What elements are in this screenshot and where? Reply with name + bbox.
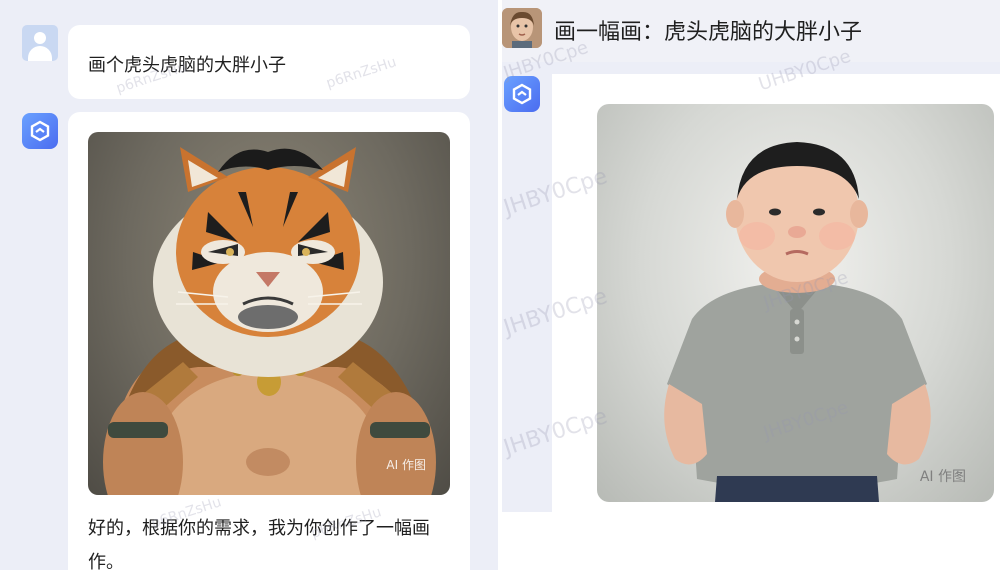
photo-avatar [502,8,542,48]
bot-message-bubble: AI 作图 好的，根据你的需求，我为你创作了一幅画作。 [68,112,470,570]
bot-image-card: AI 作图 [552,74,1000,514]
prompt-title: 画一幅画：虎头虎脑的大胖小子 [554,20,863,45]
user-message-text: 画个虎头虎脑的大胖小子 [88,55,286,76]
bot-logo-icon [504,76,540,112]
user-avatar-icon [22,25,58,61]
bot-reply-text: 好的，根据你的需求，我为你创作了一幅画作。 [88,518,430,570]
user-message-bubble: 画个虎头虎脑的大胖小子 [68,25,470,99]
ai-image-label: AI 作图 [386,458,426,472]
screenshot-root: 画个虎头虎脑的大胖小子 AI 作图 好的，根据你的需求，我为你创作了一幅画作。 … [0,0,1000,570]
bot-logo-icon [22,113,58,149]
generated-boy-image[interactable]: AI 作图 [597,104,994,502]
left-chat-panel: 画个虎头虎脑的大胖小子 AI 作图 好的，根据你的需求，我为你创作了一幅画作。 … [0,0,498,570]
generated-tiger-image[interactable]: AI 作图 [88,132,450,495]
ai-image-label: AI 作图 [919,469,966,485]
right-chat-panel: 画一幅画：虎头虎脑的大胖小子 AI 作图 JHBY0Cpe UHBY0Cpe J… [502,0,1000,570]
right-header: 画一幅画：虎头虎脑的大胖小子 [502,0,1000,62]
right-bottom-area [502,512,1000,570]
